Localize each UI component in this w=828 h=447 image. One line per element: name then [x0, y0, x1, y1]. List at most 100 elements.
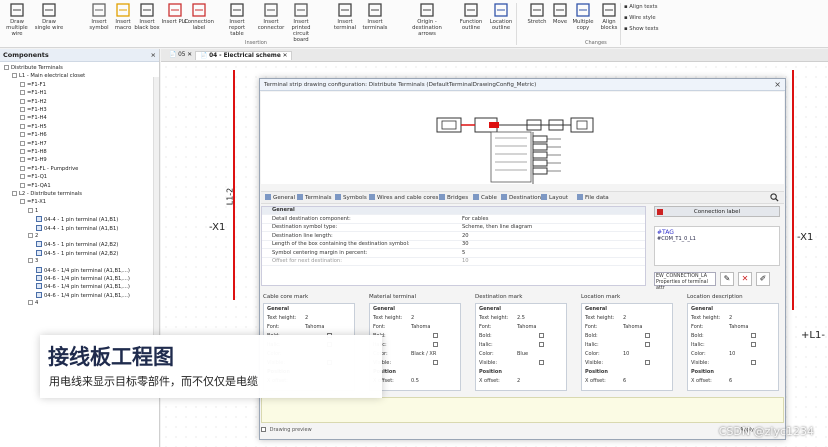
- expand-icon[interactable]: [20, 115, 25, 121]
- tree-item[interactable]: 1: [28, 207, 38, 214]
- grid-row[interactable]: Destination symbol type: Scheme, then lin…: [262, 224, 645, 232]
- ribbon-button-10[interactable]: Insert terminal: [330, 2, 360, 31]
- grid-row[interactable]: Symbol centering margin in percent: 5: [262, 250, 645, 258]
- dialog-tab-4[interactable]: Bridges: [439, 194, 468, 201]
- ribbon-small-button-2[interactable]: ▪ Show texts: [624, 26, 658, 32]
- expand-icon[interactable]: [20, 199, 25, 205]
- tree-item[interactable]: =F1-FL - Pumpdrive: [20, 165, 78, 172]
- expand-icon[interactable]: [28, 207, 33, 213]
- section-row[interactable]: General: [267, 306, 289, 312]
- expand-icon[interactable]: [28, 233, 33, 238]
- checkbox[interactable]: [751, 342, 756, 347]
- dialog-tab-8[interactable]: File data: [577, 194, 609, 201]
- tree-item[interactable]: Distribute Terminals: [4, 65, 63, 71]
- tree-item[interactable]: 4: [28, 300, 38, 306]
- section-row[interactable]: Bold:: [479, 333, 544, 339]
- expand-icon[interactable]: [20, 90, 25, 96]
- section-row[interactable]: Font: Tahoma: [479, 324, 536, 330]
- tree-item[interactable]: =F1-H5: [20, 123, 47, 130]
- section-row[interactable]: Bold:: [691, 333, 756, 339]
- tree-item[interactable]: 04-6 - 1/4 pin terminal (A1,B1,...): [36, 275, 130, 282]
- tree-item[interactable]: L2 - Distribute terminals: [12, 191, 82, 197]
- section-row[interactable]: General: [585, 306, 607, 312]
- tree-item[interactable]: 3: [28, 258, 38, 264]
- pencil-icon[interactable]: ✐: [756, 272, 770, 286]
- ribbon-button-4[interactable]: Insert black box: [132, 2, 162, 31]
- tree-item[interactable]: =F1-Q1: [20, 174, 47, 180]
- section-row[interactable]: Text height: 2: [373, 315, 414, 321]
- expand-icon[interactable]: [20, 132, 25, 138]
- tree-item[interactable]: =F1-H6: [20, 132, 47, 138]
- tree-item[interactable]: 04-6 - 1/4 pin terminal (A1,B1,...): [36, 291, 130, 299]
- checkbox[interactable]: [645, 333, 650, 338]
- delete-icon[interactable]: ✕: [738, 272, 752, 286]
- checkbox[interactable]: [433, 333, 438, 338]
- expand-icon[interactable]: [12, 191, 17, 196]
- ribbon-button-0[interactable]: Draw multiple wire: [2, 2, 32, 37]
- expand-icon[interactable]: [20, 149, 25, 154]
- section-row[interactable]: Text height: 2: [267, 315, 308, 321]
- tree-item[interactable]: =F1-H2: [20, 98, 47, 105]
- tree-item[interactable]: L1 - Main electrical closet: [12, 73, 85, 79]
- tree-item[interactable]: =F1-H7: [20, 140, 47, 147]
- dialog-tab-5[interactable]: Cable: [473, 194, 497, 201]
- checkbox[interactable]: [751, 360, 756, 365]
- dialog-tab-2[interactable]: Symbols: [335, 194, 367, 201]
- tree-item[interactable]: =F1-H4: [20, 115, 47, 121]
- ribbon-button-12[interactable]: Origin - destination arrows: [412, 2, 442, 37]
- ribbon-button-6[interactable]: Connection label: [184, 2, 214, 31]
- checkbox[interactable]: [539, 342, 544, 347]
- section-row[interactable]: Position: [585, 369, 608, 375]
- expand-icon[interactable]: [20, 81, 25, 87]
- section-row[interactable]: Visible:: [479, 360, 544, 366]
- expand-icon[interactable]: [12, 73, 17, 79]
- tree-item[interactable]: 2: [28, 233, 38, 239]
- ribbon-button-9[interactable]: Insert printed circuit board: [286, 2, 316, 43]
- checkbox[interactable]: [645, 342, 650, 347]
- section-row[interactable]: Font: Tahoma: [585, 324, 642, 330]
- tree-item[interactable]: 04-6 - 1/4 pin terminal (A1,B1,...): [36, 283, 130, 290]
- edit-icon[interactable]: ✎: [720, 272, 734, 286]
- ribbon-button-8[interactable]: Insert connector: [256, 2, 286, 31]
- expand-icon[interactable]: [20, 140, 25, 146]
- tree-item[interactable]: 04-6 - 1/4 pin terminal (A1,B1,...): [36, 266, 130, 274]
- section-row[interactable]: X offset: 6: [691, 378, 732, 384]
- expand-icon[interactable]: [4, 65, 9, 70]
- close-icon[interactable]: ×: [774, 80, 781, 89]
- checkbox[interactable]: [539, 360, 544, 365]
- section-row[interactable]: Font: Tahoma: [373, 324, 430, 330]
- expand-icon[interactable]: [20, 182, 25, 188]
- section-row[interactable]: Color: 10: [691, 351, 735, 357]
- section-row[interactable]: Font: Tahoma: [691, 324, 748, 330]
- section-row[interactable]: General: [479, 306, 501, 312]
- ribbon-small-button-1[interactable]: ▪ Wire style: [624, 15, 656, 21]
- section-row[interactable]: General: [373, 306, 395, 312]
- expand-icon[interactable]: [28, 258, 33, 264]
- checkbox[interactable]: [433, 360, 438, 365]
- ribbon-button-11[interactable]: Insert terminals: [360, 2, 390, 31]
- ribbon-small-button-0[interactable]: ▪ Align texts: [624, 4, 657, 10]
- section-row[interactable]: Position: [479, 369, 502, 375]
- tree-item[interactable]: =F1-F1: [20, 81, 46, 88]
- tab-05[interactable]: 📄 05 ✕: [165, 51, 196, 59]
- section-row[interactable]: Visible:: [585, 360, 650, 366]
- ribbon-button-13[interactable]: Function outline: [456, 2, 486, 31]
- section-row[interactable]: Visible:: [691, 360, 756, 366]
- section-row[interactable]: Color: Blue: [479, 351, 528, 357]
- dialog-tab-3[interactable]: Wires and cable cores: [369, 194, 438, 201]
- tree-item[interactable]: 04-4 - 1 pin terminal (A1,B1): [36, 224, 118, 232]
- tree-item[interactable]: 04-5 - 1 pin terminal (A2,B2): [36, 241, 118, 248]
- section-row[interactable]: X offset: 6: [585, 378, 626, 384]
- dialog-tab-1[interactable]: Terminals: [297, 194, 332, 201]
- tree-scrollbar[interactable]: [153, 77, 159, 377]
- section-row[interactable]: General: [691, 306, 713, 312]
- dialog-tab-7[interactable]: Layout: [541, 194, 568, 201]
- expand-icon[interactable]: [20, 157, 25, 163]
- grid-row[interactable]: General: [262, 207, 645, 215]
- tree-item[interactable]: =F1-H3: [20, 107, 47, 113]
- ribbon-button-1[interactable]: Draw single wire: [34, 2, 64, 31]
- section-row[interactable]: Color: 10: [585, 351, 629, 357]
- ribbon-button-14[interactable]: Location outline: [486, 2, 516, 31]
- expand-icon[interactable]: [20, 165, 25, 171]
- tree-item[interactable]: =F1-H8: [20, 149, 47, 155]
